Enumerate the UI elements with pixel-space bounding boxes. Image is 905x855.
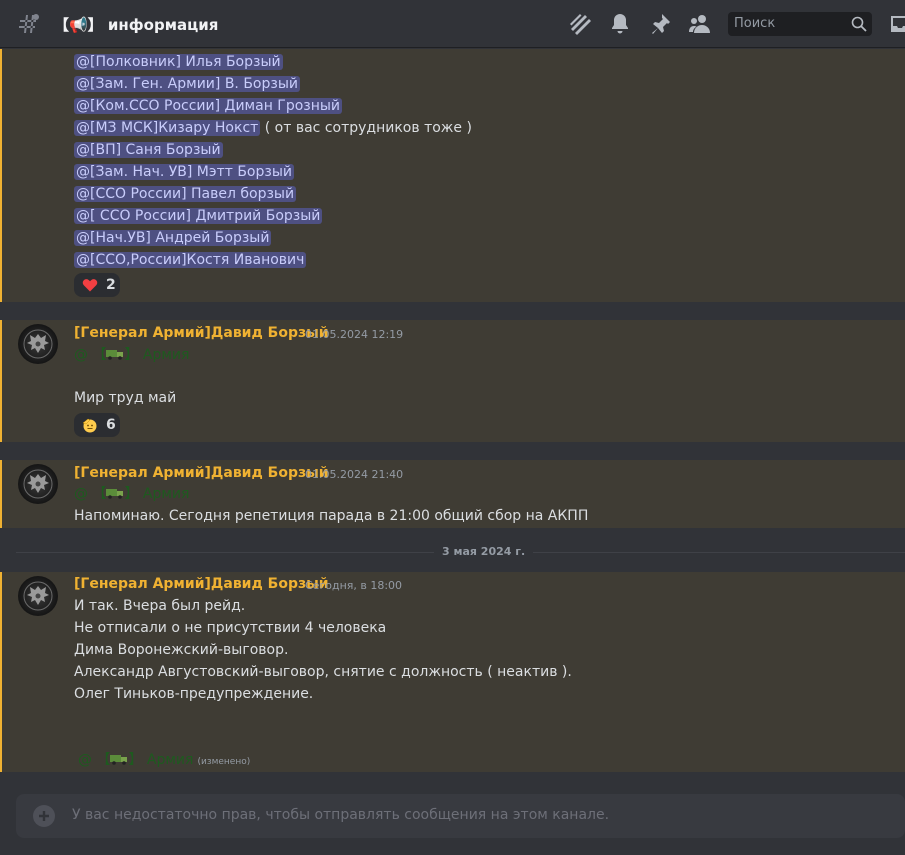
search-icon xyxy=(851,16,867,32)
message-timestamp: 01.05.2024 21:40 xyxy=(305,468,404,481)
military-truck-icon xyxy=(106,350,124,360)
military-truck-icon xyxy=(110,755,128,765)
channel-title: 【📢】 информация xyxy=(54,16,219,34)
bell-icon[interactable] xyxy=(608,12,632,36)
user-mention[interactable]: @[ ССО России] Дмитрий Борзый xyxy=(74,208,323,224)
military-truck-icon xyxy=(106,489,124,499)
mention-line: @[Полковник] Илья Борзый xyxy=(74,52,283,72)
composer-disabled-placeholder: У вас недостаточно прав, чтобы отправлят… xyxy=(72,807,610,823)
reaction-heart[interactable]: 2 xyxy=(74,273,120,297)
mention-line: @[Зам. Ген. Армии] В. Борзый xyxy=(74,74,300,94)
message: [Генерал Армий]Давид Борзый Сегодня, в 1… xyxy=(0,572,905,772)
user-mention[interactable]: @[Нач.УВ] Андрей Борзый xyxy=(74,230,272,246)
role-mention[interactable]: @ 【】 Армия xyxy=(74,345,189,365)
salute-face-icon xyxy=(82,418,97,433)
mention-list-message: @[Полковник] Илья Борзый @[Зам. Ген. Арм… xyxy=(0,49,905,302)
message-content: Напоминаю. Сегодня репетиция парада в 21… xyxy=(74,508,589,524)
mention-line: @[Зам. Нач. УВ] Мэтт Борзый xyxy=(74,162,294,182)
double-eagle-emblem-icon xyxy=(23,469,53,499)
avatar[interactable] xyxy=(18,464,58,504)
channel-header: 【📢】 информация Поиск xyxy=(0,0,905,48)
role-mention[interactable]: @ 【】 Армия xyxy=(74,484,189,504)
edited-label: (изменено) xyxy=(197,757,251,767)
heart-icon xyxy=(82,279,98,292)
mention-line: @[Ком.ССО России] Диман Грозный xyxy=(74,96,343,116)
message-timestamp: Сегодня, в 18:00 xyxy=(305,579,403,592)
reaction-salute[interactable]: 6 xyxy=(74,413,120,437)
message-author[interactable]: [Генерал Армий]Давид Борзый xyxy=(74,576,329,592)
pin-icon[interactable] xyxy=(648,12,672,36)
mention-line: @[ССО России] Павел борзый xyxy=(74,184,297,204)
message-line: Дима Воронежский-выговор. xyxy=(74,642,289,658)
members-icon[interactable] xyxy=(688,12,712,36)
user-mention[interactable]: @[Ком.ССО России] Диман Грозный xyxy=(74,98,343,114)
reaction-count: 6 xyxy=(106,417,116,433)
message-author[interactable]: [Генерал Армий]Давид Борзый xyxy=(74,325,329,341)
mention-line: @[ВП] Саня Борзый xyxy=(74,140,223,160)
add-attachment-button xyxy=(33,805,55,827)
search-input[interactable]: Поиск xyxy=(728,12,872,36)
inbox-icon[interactable] xyxy=(888,12,905,36)
user-mention[interactable]: @[МЗ МСК]Кизару Нокст xyxy=(74,120,261,136)
user-mention[interactable]: @[ВП] Саня Борзый xyxy=(74,142,223,158)
search-placeholder: Поиск xyxy=(734,16,776,31)
text-channel-icon xyxy=(19,14,39,33)
mention-line: @[ССО,России]Костя Иванович xyxy=(74,250,307,270)
mention-line: @[ ССО России] Дмитрий Борзый xyxy=(74,206,323,226)
message: [Генерал Армий]Давид Борзый 01.05.2024 2… xyxy=(0,460,905,528)
message-timestamp: 01.05.2024 12:19 xyxy=(305,328,404,341)
message-content: Мир труд май xyxy=(74,390,177,406)
message-composer: У вас недостаточно прав, чтобы отправлят… xyxy=(16,794,905,838)
user-mention[interactable]: @[Полковник] Илья Борзый xyxy=(74,54,283,70)
reaction-count: 2 xyxy=(106,277,116,293)
threads-icon[interactable] xyxy=(568,12,592,36)
mention-line: @[МЗ МСК]Кизару Нокст ( от вас сотрудник… xyxy=(74,120,472,136)
avatar[interactable] xyxy=(18,324,58,364)
avatar[interactable] xyxy=(18,576,58,616)
user-mention[interactable]: @[Зам. Нач. УВ] Мэтт Борзый xyxy=(74,164,294,180)
message-line: И так. Вчера был рейд. xyxy=(74,598,246,614)
role-mention[interactable]: @ 【】 Армия (изменено) xyxy=(78,750,250,770)
plus-icon xyxy=(39,811,49,821)
message-line: Не отписали о не присутствии 4 человека xyxy=(74,620,387,636)
mention-line: @[Нач.УВ] Андрей Борзый xyxy=(74,228,272,248)
user-mention[interactable]: @[ССО России] Павел борзый xyxy=(74,186,297,202)
message: [Генерал Армий]Давид Борзый 01.05.2024 1… xyxy=(0,320,905,442)
user-mention[interactable]: @[Зам. Ген. Армии] В. Борзый xyxy=(74,76,300,92)
double-eagle-emblem-icon xyxy=(23,329,53,359)
message-line: Олег Тиньков-предупреждение. xyxy=(74,686,314,702)
user-mention[interactable]: @[ССО,России]Костя Иванович xyxy=(74,252,307,268)
message-author[interactable]: [Генерал Армий]Давид Борзый xyxy=(74,465,329,481)
date-divider-label: 3 мая 2024 г. xyxy=(434,545,534,558)
message-line: Александр Августовский-выговор, снятие с… xyxy=(74,664,572,680)
double-eagle-emblem-icon xyxy=(23,581,53,611)
